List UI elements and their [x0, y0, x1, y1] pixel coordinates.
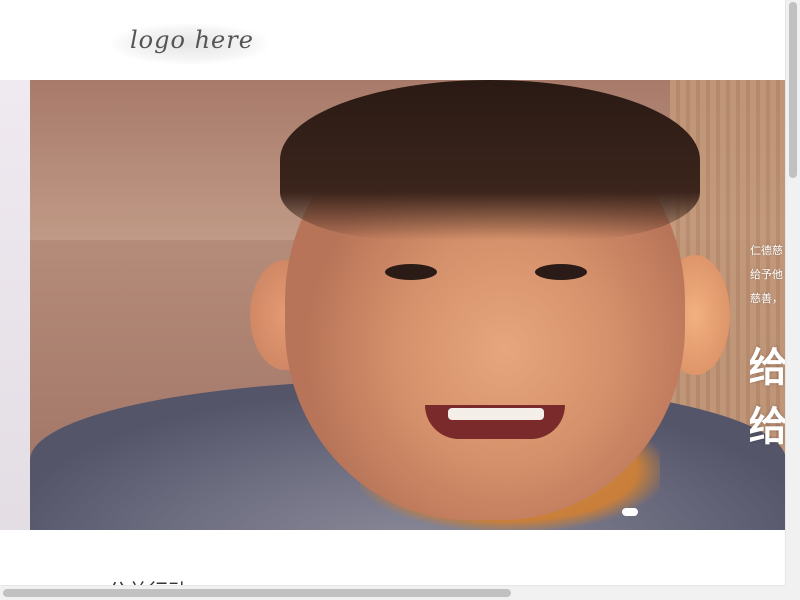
hero-caption-line-2: 给予他: [750, 268, 783, 281]
vertical-scrollbar[interactable]: [785, 0, 800, 586]
hero-caption: 仁德慈 给予他 慈善， 给 给: [750, 80, 786, 530]
photo-child-eye-right: [535, 264, 587, 280]
hero-caption-line-3: 慈善，: [750, 292, 783, 305]
vertical-scrollbar-thumb[interactable]: [789, 2, 797, 178]
carousel-indicator-active[interactable]: [622, 508, 638, 516]
horizontal-scrollbar-thumb[interactable]: [3, 589, 511, 597]
hero-image-child-smiling: [30, 80, 786, 530]
scrollbar-corner: [786, 586, 800, 600]
page: logo here 仁德慈 给予他 慈善， 给 给: [0, 0, 800, 600]
site-logo[interactable]: logo here: [112, 24, 268, 64]
horizontal-scrollbar[interactable]: [0, 585, 786, 600]
logo-text: logo here: [130, 26, 254, 54]
hero-caption-line-1: 仁德慈: [750, 244, 783, 257]
photo-child-eye-left: [385, 264, 437, 280]
hero-headline-line-1: 给: [750, 345, 786, 391]
hero-carousel[interactable]: 仁德慈 给予他 慈善， 给 给: [0, 80, 786, 530]
photo-child-teeth: [448, 408, 544, 420]
hero-headline-line-2: 给: [750, 404, 786, 450]
photo-child-hair: [280, 80, 700, 240]
site-header: logo here: [0, 0, 786, 80]
previous-slide-edge: [0, 80, 30, 530]
